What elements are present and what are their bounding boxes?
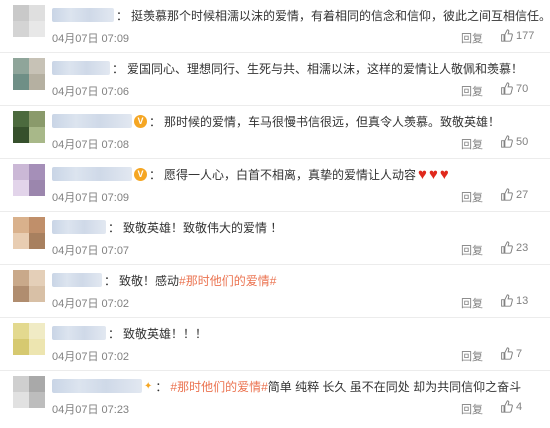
comment-time: 04月07日 07:08 xyxy=(52,139,130,151)
comment-text: 致敬英雄！！！ xyxy=(123,326,208,341)
separator-colon: ： xyxy=(108,326,121,341)
comment-text: 致敬英雄！致敬伟大的爱情 ！ xyxy=(123,220,283,235)
like-button[interactable]: 177 xyxy=(500,29,534,42)
comment-text: 爱国同心、理想同行、生死与共、相濡以沫，这样的爱情让人敬佩和羡慕！ xyxy=(127,61,524,76)
username-blurred[interactable] xyxy=(52,114,132,128)
username-blurred[interactable] xyxy=(52,326,106,340)
comment-item: ： 挺羡慕那个时候相濡以沫的爱情，有着相同的信念和信仰，彼此之间互相信任。 04… xyxy=(0,0,550,53)
like-button[interactable]: 4 xyxy=(500,400,522,413)
separator-colon: ： xyxy=(112,61,125,76)
thumbs-up-icon xyxy=(501,294,513,307)
sparkle-icon: ✦ xyxy=(144,380,153,392)
separator-colon: ： xyxy=(155,379,168,394)
comment-time: 04月07日 07:09 xyxy=(52,192,130,204)
comment-item: V ： 那时候的爱情，车马很慢书信很远，但真令人羡慕。致敬英雄！ 04月07日 … xyxy=(0,106,550,159)
like-count: 70 xyxy=(516,82,529,95)
like-button[interactable]: 27 xyxy=(500,188,528,201)
comment-time: 04月07日 07:02 xyxy=(52,351,130,363)
like-count: 177 xyxy=(516,29,535,42)
comment-time: 04月07日 07:23 xyxy=(52,404,130,416)
comment-item: V ： 愿得一人心，白首不相离，真挚的爱情让人动容 ♥ ♥ ♥ 04月07日 0… xyxy=(0,159,550,212)
comment-text: 致敬！感动 xyxy=(119,273,180,288)
comment-list: ： 挺羡慕那个时候相濡以沫的爱情，有着相同的信念和信仰，彼此之间互相信任。 04… xyxy=(0,0,550,428)
avatar[interactable] xyxy=(13,323,45,355)
thumbs-up-icon xyxy=(501,400,513,413)
thumbs-up-icon xyxy=(501,241,513,254)
comment-text: 那时候的爱情，车马很慢书信很远，但真令人羡慕。致敬英雄！ xyxy=(164,114,501,129)
avatar[interactable] xyxy=(13,270,45,302)
reply-button[interactable]: 回复 xyxy=(461,189,483,205)
avatar[interactable] xyxy=(13,111,45,143)
comment-text: 愿得一人心，白首不相离，真挚的爱情让人动容 xyxy=(164,167,417,182)
like-button[interactable]: 50 xyxy=(500,135,528,148)
like-count: 7 xyxy=(516,347,523,360)
separator-colon: ： xyxy=(149,167,162,182)
comment-time: 04月07日 07:02 xyxy=(52,298,130,310)
heart-icon: ♥ xyxy=(439,165,449,183)
like-button[interactable]: 70 xyxy=(500,82,528,95)
avatar[interactable] xyxy=(13,5,45,37)
separator-colon: ： xyxy=(108,220,121,235)
avatar[interactable] xyxy=(13,58,45,90)
avatar[interactable] xyxy=(13,376,45,408)
comment-item: ： 爱国同心、理想同行、生死与共、相濡以沫，这样的爱情让人敬佩和羡慕！ 04月0… xyxy=(0,53,550,106)
comment-item: ： 致敬英雄！！！ 04月07日 07:02 回复 7 xyxy=(0,318,550,371)
heart-icon: ♥ xyxy=(418,165,427,183)
like-count: 23 xyxy=(516,241,529,254)
comment-item: ： 致敬！感动 #那时他们的爱情# 04月07日 07:02 回复 13 xyxy=(0,265,550,318)
comment-time: 04月07日 07:07 xyxy=(52,245,130,257)
like-button[interactable]: 23 xyxy=(500,241,528,254)
username-blurred[interactable] xyxy=(52,167,132,181)
like-count: 50 xyxy=(516,135,529,148)
vip-badge-icon: V xyxy=(134,167,147,181)
comment-text: 简单 纯粹 长久 虽不在同处 却为共同信仰之奋斗 xyxy=(267,379,522,394)
thumbs-up-icon xyxy=(501,29,513,42)
reply-button[interactable]: 回复 xyxy=(461,83,483,99)
separator-colon: ： xyxy=(116,8,129,23)
topic-link[interactable]: #那时他们的爱情# xyxy=(170,378,267,395)
like-count: 13 xyxy=(516,294,529,307)
comment-text: 挺羡慕那个时候相濡以沫的爱情，有着相同的信念和信仰，彼此之间互相信任。 xyxy=(131,8,550,23)
username-blurred[interactable] xyxy=(52,220,106,234)
topic-link[interactable]: #那时他们的爱情# xyxy=(179,272,276,289)
avatar[interactable] xyxy=(13,217,45,249)
username-blurred[interactable] xyxy=(52,8,114,22)
separator-colon: ： xyxy=(149,114,162,129)
avatar[interactable] xyxy=(13,164,45,196)
reply-button[interactable]: 回复 xyxy=(461,348,483,364)
username-blurred[interactable] xyxy=(52,61,110,75)
thumbs-up-icon xyxy=(501,82,513,95)
reply-button[interactable]: 回复 xyxy=(461,242,483,258)
reply-button[interactable]: 回复 xyxy=(461,136,483,152)
like-count: 27 xyxy=(516,188,529,201)
like-count: 4 xyxy=(516,400,523,413)
thumbs-up-icon xyxy=(501,135,513,148)
reply-button[interactable]: 回复 xyxy=(461,401,483,417)
thumbs-up-icon xyxy=(501,188,513,201)
separator-colon: ： xyxy=(104,273,117,288)
heart-icon: ♥ xyxy=(428,165,438,183)
username-blurred[interactable] xyxy=(52,379,142,393)
comment-time: 04月07日 07:06 xyxy=(52,86,130,98)
comment-item: ： 致敬英雄！致敬伟大的爱情 ！ 04月07日 07:07 回复 23 xyxy=(0,212,550,265)
vip-badge-icon: V xyxy=(134,114,147,128)
reply-button[interactable]: 回复 xyxy=(461,30,483,46)
username-blurred[interactable] xyxy=(52,273,102,287)
like-button[interactable]: 13 xyxy=(500,294,528,307)
comment-item: ✦ ： #那时他们的爱情# 简单 纯粹 长久 虽不在同处 却为共同信仰之奋斗 0… xyxy=(0,371,550,424)
like-button[interactable]: 7 xyxy=(500,347,522,360)
comment-time: 04月07日 07:09 xyxy=(52,33,130,45)
reply-button[interactable]: 回复 xyxy=(461,295,483,311)
thumbs-up-icon xyxy=(501,347,513,360)
